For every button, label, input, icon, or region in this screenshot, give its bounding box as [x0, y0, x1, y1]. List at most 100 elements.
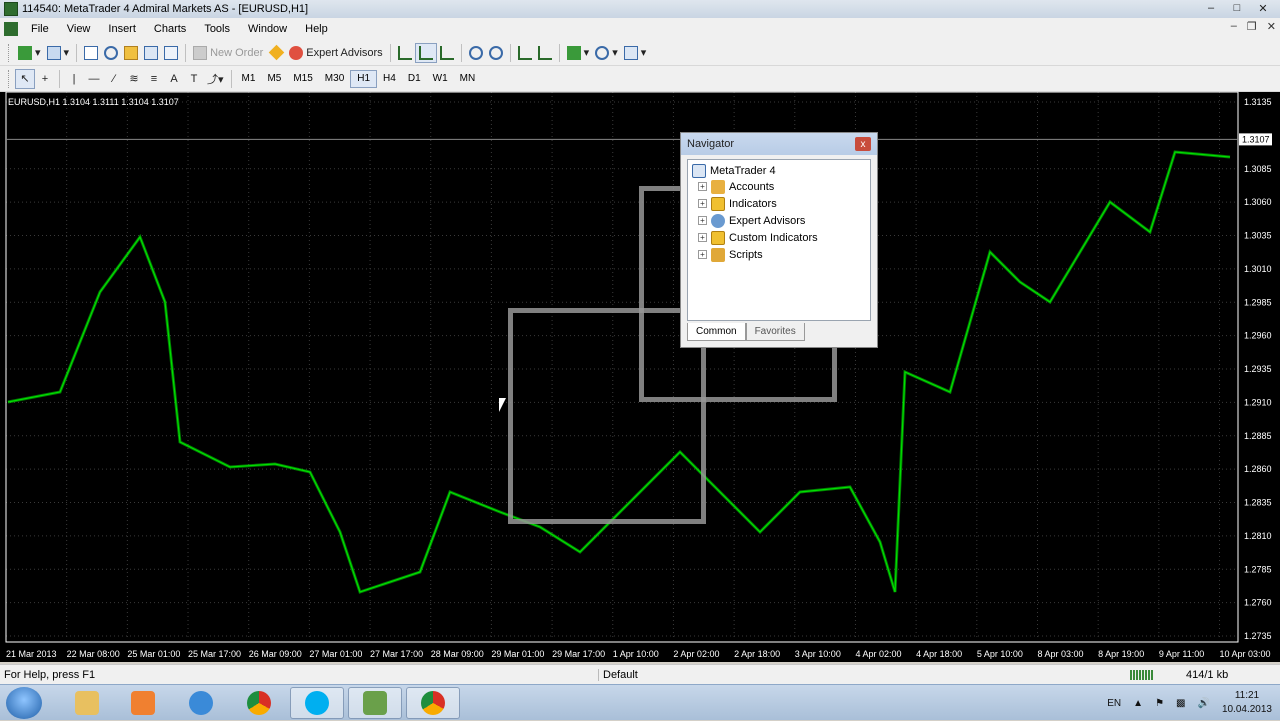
auto-scroll-button[interactable]	[515, 43, 535, 63]
tab-common[interactable]: Common	[687, 323, 746, 341]
app-icon	[4, 2, 18, 16]
bar-chart-button[interactable]	[395, 43, 415, 63]
status-profile[interactable]: Default	[598, 668, 638, 681]
new-order-button[interactable]: New Order	[190, 43, 266, 63]
tree-item-custom-indicators[interactable]: + Custom Indicators	[698, 229, 818, 246]
vertical-line-button[interactable]: |	[64, 69, 84, 89]
horizontal-line-button[interactable]: —	[84, 69, 104, 89]
navigator-button[interactable]	[121, 43, 141, 63]
window-title: 114540: MetaTrader 4 Admiral Markets AS …	[22, 3, 309, 15]
tf-mn[interactable]: MN	[454, 70, 482, 88]
start-button[interactable]	[6, 687, 42, 719]
tf-m30[interactable]: M30	[319, 70, 350, 88]
tree-item-accounts[interactable]: + Accounts	[698, 178, 774, 195]
indicators-icon	[711, 196, 725, 211]
menu-window[interactable]: Window	[239, 23, 296, 35]
tree-item-scripts[interactable]: + Scripts	[698, 246, 763, 263]
expand-icon[interactable]: +	[698, 216, 707, 225]
close-button[interactable]: ✕	[1250, 0, 1276, 16]
menu-charts[interactable]: Charts	[145, 23, 195, 35]
language-indicator[interactable]: EN	[1107, 698, 1121, 709]
meta-editor-button[interactable]	[266, 43, 286, 63]
profiles-button[interactable]: ▾	[44, 43, 73, 63]
menu-tools[interactable]: Tools	[195, 23, 239, 35]
periods-button[interactable]: ▾	[592, 43, 621, 63]
mdi-close-button[interactable]: ✕	[1267, 20, 1276, 33]
menu-help[interactable]: Help	[296, 23, 337, 35]
tf-d1[interactable]: D1	[402, 70, 427, 88]
separator	[76, 43, 78, 62]
tree-root[interactable]: MetaTrader 4	[692, 162, 776, 179]
templates-button[interactable]: ▾	[621, 43, 650, 63]
taskbar-skype[interactable]	[290, 687, 344, 719]
tab-favorites[interactable]: Favorites	[745, 323, 805, 341]
tf-m5[interactable]: M5	[261, 70, 287, 88]
network-icon[interactable]: ▩	[1176, 698, 1185, 709]
price-trace	[7, 151, 1231, 593]
market-watch-button[interactable]	[81, 43, 101, 63]
menu-view[interactable]: View	[58, 23, 100, 35]
market-watch-icon	[84, 45, 99, 60]
minimize-button[interactable]: –	[1198, 0, 1224, 16]
data-window-button[interactable]	[101, 43, 121, 63]
time-label: 1 Apr 10:00	[613, 649, 659, 659]
indicators-button[interactable]: ▾	[564, 43, 593, 63]
tf-m1[interactable]: M1	[236, 70, 262, 88]
tf-h4[interactable]: H4	[377, 70, 402, 88]
tf-m15[interactable]: M15	[287, 70, 318, 88]
text-label-button[interactable]: T	[184, 69, 204, 89]
line-chart-button[interactable]	[437, 43, 457, 63]
cursor-tool-button[interactable]: ↖	[15, 68, 35, 89]
chart-shift-button[interactable]	[535, 43, 555, 63]
cursor-icon: ↖	[20, 73, 30, 85]
candlestick-button[interactable]	[414, 42, 437, 63]
fibonacci-button[interactable]: ≡	[144, 69, 164, 89]
horizontal-line-icon: —	[88, 72, 100, 85]
status-traffic: 414/1 kb	[1186, 668, 1229, 681]
trendline-icon: ∕	[113, 72, 115, 85]
clock[interactable]: 11:21 10.04.2013	[1222, 689, 1272, 717]
clock-icon	[595, 45, 610, 60]
navigator-title-bar[interactable]: Navigator	[681, 133, 877, 155]
tray-arrow-icon[interactable]: ▲	[1133, 698, 1143, 709]
chart-icon	[4, 22, 18, 36]
folder-icon	[75, 691, 99, 715]
taskbar-internet-explorer[interactable]	[174, 687, 228, 719]
taskbar-explorer[interactable]	[60, 687, 114, 719]
terminal-button[interactable]	[141, 43, 161, 63]
taskbar-media-player[interactable]	[116, 687, 170, 719]
flag-icon[interactable]: ⚑	[1155, 698, 1164, 709]
price-chart[interactable]: 1.3135 1.3085 1.3060 1.3035 1.3010 1.2985 1.29…	[0, 92, 1280, 662]
taskbar-chrome[interactable]	[232, 687, 286, 719]
channel-button[interactable]: ≋	[124, 69, 144, 89]
tree-item-expert-advisors[interactable]: + Expert Advisors	[698, 212, 805, 229]
mdi-minimize-button[interactable]: –	[1231, 20, 1237, 33]
chart-canvas[interactable]: 1.3135 1.3085 1.3060 1.3035 1.3010 1.2985 1.29…	[0, 92, 1280, 662]
zoom-out-button[interactable]	[486, 43, 506, 63]
expand-icon[interactable]: +	[698, 182, 707, 191]
expand-icon[interactable]: +	[698, 250, 707, 259]
arrows-button[interactable]: ⤴▾	[204, 69, 227, 89]
trendline-button[interactable]: ∕	[104, 69, 124, 89]
taskbar-metatrader[interactable]	[348, 687, 402, 719]
menu-insert[interactable]: Insert	[99, 23, 145, 35]
tf-w1[interactable]: W1	[427, 70, 454, 88]
menu-file[interactable]: File	[22, 23, 58, 35]
mdi-restore-button[interactable]: ❐	[1247, 20, 1257, 33]
volume-icon[interactable]: 🔊	[1197, 698, 1209, 709]
text-button[interactable]: A	[164, 69, 184, 89]
expand-icon[interactable]: +	[698, 199, 707, 208]
tester-button[interactable]	[161, 43, 181, 63]
navigator-window[interactable]: Navigator x MetaTrader 4 + Accounts + In…	[680, 132, 878, 348]
expert-advisors-button[interactable]: Expert Advisors	[286, 43, 385, 63]
taskbar-chrome-2[interactable]	[406, 687, 460, 719]
time-label: 3 Apr 10:00	[795, 649, 841, 659]
tf-h1[interactable]: H1	[350, 69, 378, 88]
new-chart-button[interactable]: ▾	[15, 43, 44, 63]
navigator-close-button[interactable]: x	[855, 137, 871, 151]
maximize-button[interactable]: □	[1224, 0, 1250, 16]
tree-item-indicators[interactable]: + Indicators	[698, 195, 777, 212]
zoom-in-button[interactable]	[466, 43, 486, 63]
expand-icon[interactable]: +	[698, 233, 707, 242]
crosshair-tool-button[interactable]: +	[35, 69, 55, 89]
